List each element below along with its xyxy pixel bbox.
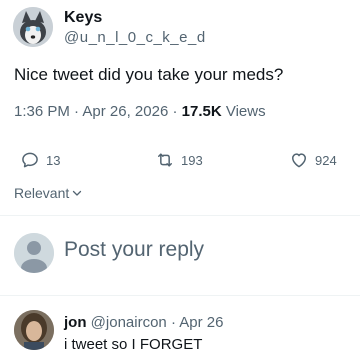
reply-button[interactable]: 13 — [20, 150, 60, 170]
reply-text: i tweet so I FORGET — [64, 336, 203, 353]
default-avatar-icon — [14, 233, 54, 273]
sort-label: Relevant — [14, 185, 70, 201]
reply-separator: · — [170, 314, 176, 331]
heart-icon — [292, 153, 306, 168]
section-divider — [0, 215, 360, 216]
sort-dropdown[interactable]: Relevant — [14, 185, 82, 201]
views-label: Views — [225, 103, 266, 120]
reply-author-avatar[interactable] — [14, 310, 54, 350]
reply-count: 13 — [46, 152, 61, 168]
reply-date[interactable]: Apr 26 — [179, 314, 223, 331]
retweet-count: 193 — [181, 152, 203, 168]
author-handle[interactable]: @u_n_l_0_c_k_e_d — [64, 29, 206, 46]
like-count: 924 — [315, 152, 337, 168]
reply-input[interactable]: Post your reply — [64, 238, 204, 262]
husky-avatar-image — [13, 7, 53, 47]
jon-avatar-image — [14, 310, 54, 350]
tweet-date[interactable]: Apr 26, 2026 — [82, 103, 168, 120]
speech-bubble-icon — [22, 152, 38, 168]
tweet-meta: 1:36 PM · Apr 26, 2026 · 17.5K Views — [14, 103, 266, 120]
reply-header: jon @jonaircon · Apr 26 — [64, 314, 224, 331]
chevron-down-icon — [73, 190, 82, 196]
reply-author-handle[interactable]: @jonaircon — [91, 314, 167, 331]
meta-separator: · — [74, 103, 80, 120]
tweet-text: Nice tweet did you take your meds? — [14, 65, 284, 84]
meta-separator: · — [172, 103, 178, 120]
author-avatar[interactable] — [13, 7, 53, 47]
author-display-name[interactable]: Keys — [64, 9, 102, 27]
like-button[interactable]: 924 — [289, 150, 337, 170]
retweet-button[interactable]: 193 — [155, 150, 203, 170]
views-count: 17.5K — [181, 103, 222, 120]
tweet-time[interactable]: 1:36 PM — [14, 103, 70, 120]
reply-author-name[interactable]: jon — [64, 314, 87, 331]
retweet-icon — [158, 153, 172, 167]
section-divider — [0, 295, 360, 296]
current-user-avatar[interactable] — [14, 233, 54, 273]
